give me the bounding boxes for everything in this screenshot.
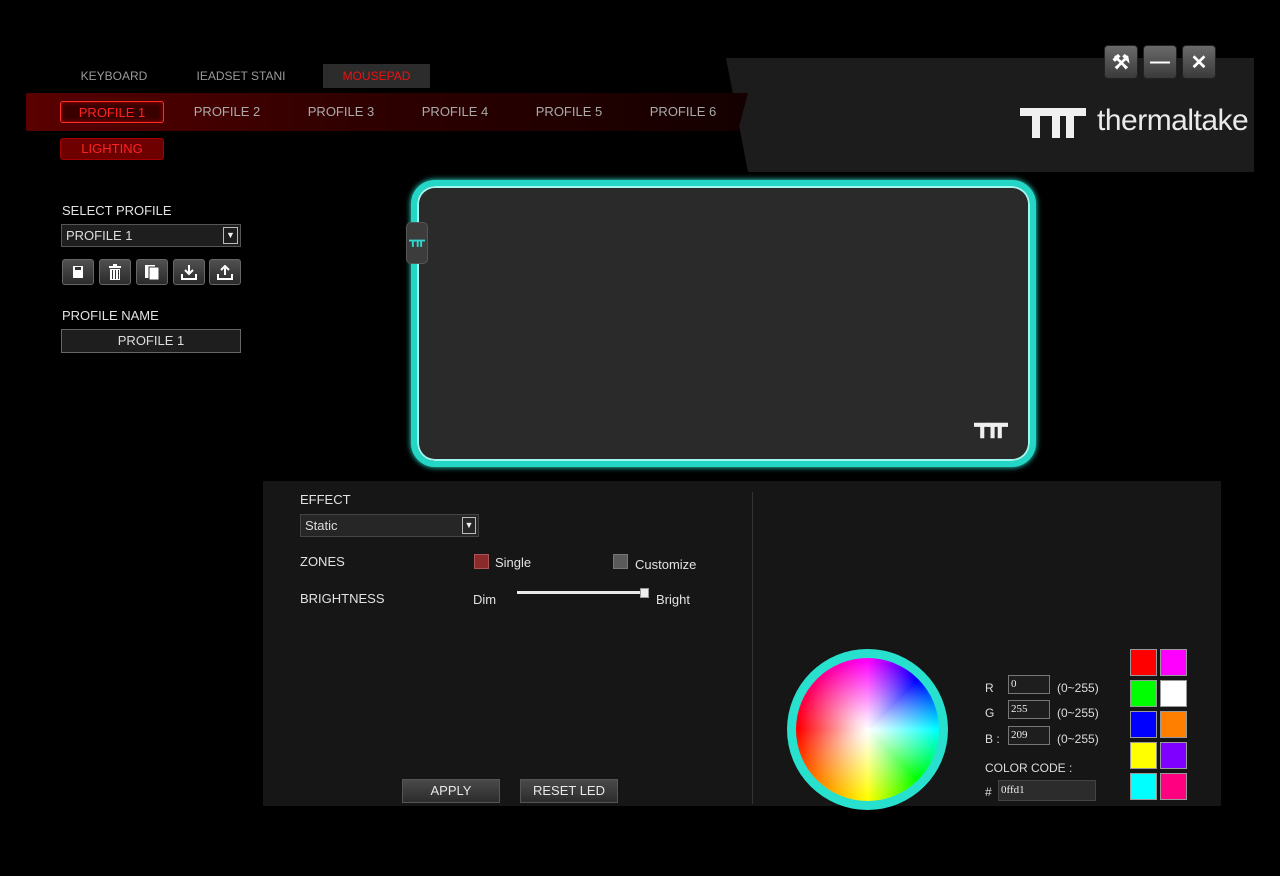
g-range: (0~255) [1057,706,1099,720]
trash-icon [109,264,121,280]
save-icon [73,266,83,278]
color-swatch[interactable] [1160,742,1187,769]
tab-profile-2[interactable]: PROFILE 2 [180,101,274,123]
export-icon [217,264,233,280]
color-swatch[interactable] [1130,742,1157,769]
lighting-button[interactable]: LIGHTING [60,138,164,160]
brightness-slider-thumb[interactable] [640,588,649,598]
minimize-icon: — [1150,50,1170,73]
b-range: (0~255) [1057,732,1099,746]
save-profile-button[interactable] [62,259,94,285]
b-label: B : [985,732,1000,746]
tab-profile-4[interactable]: PROFILE 4 [408,101,502,123]
tab-headset-stand[interactable]: IEADSET STANI [190,64,292,88]
zone-customize-label: Customize [635,557,697,572]
tab-profile-5[interactable]: PROFILE 5 [522,101,616,123]
chevron-down-icon[interactable]: ▼ [223,227,238,244]
brightness-slider[interactable] [517,591,648,594]
r-input[interactable]: 0 [1008,675,1050,694]
mousepad-logo-icon [974,422,1008,439]
copy-profile-button[interactable] [136,259,168,285]
profile-name-label: PROFILE NAME [62,308,159,323]
r-range: (0~255) [1057,681,1099,695]
tools-icon: ⚒ [1112,51,1130,74]
mousepad-surface [419,188,1028,459]
import-icon [181,264,197,280]
color-swatch[interactable] [1160,773,1187,800]
settings-button[interactable]: ⚒ [1104,45,1138,79]
color-code-label: COLOR CODE : [985,761,1073,775]
g-label: G [985,706,995,720]
effect-label: EFFECT [300,492,351,507]
chevron-down-icon[interactable]: ▼ [462,517,476,534]
tab-profile-3[interactable]: PROFILE 3 [294,101,388,123]
profile-select[interactable]: PROFILE 1 ▼ [61,224,241,247]
zone-single-label: Single [495,555,532,570]
copy-icon [145,264,159,280]
zones-label: ZONES [300,554,345,569]
color-swatch[interactable] [1130,680,1157,707]
minimize-button[interactable]: — [1143,45,1177,79]
brightness-dim-label: Dim [473,592,497,607]
close-icon: ✕ [1190,51,1208,74]
color-swatch[interactable] [1130,773,1157,800]
color-swatch[interactable] [1160,649,1187,676]
hash-label: # [985,785,992,799]
delete-profile-button[interactable] [99,259,131,285]
r-label: R [985,681,994,695]
thermaltake-logo-icon [1020,108,1086,138]
zone-single-radio[interactable] [474,554,489,569]
close-button[interactable]: ✕ [1182,45,1216,79]
select-profile-label: SELECT PROFILE [62,203,172,218]
zone-customize-radio[interactable] [613,554,628,569]
effect-select[interactable]: Static ▼ [300,514,479,537]
reset-led-button[interactable]: RESET LED [520,779,618,803]
g-input[interactable]: 255 [1008,700,1050,719]
profile-select-value: PROFILE 1 [66,228,133,243]
brightness-label: BRIGHTNESS [300,591,385,606]
mousepad-preview [411,180,1036,467]
color-swatch[interactable] [1130,649,1157,676]
apply-button[interactable]: APPLY [402,779,500,803]
color-code-input[interactable]: 0ffd1 [998,780,1096,801]
color-wheel[interactable] [796,658,939,801]
export-profile-button[interactable] [209,259,241,285]
color-swatch[interactable] [1130,711,1157,738]
panel-divider [752,492,753,804]
profile-name-input[interactable]: PROFILE 1 [61,329,241,353]
import-profile-button[interactable] [173,259,205,285]
tab-profile-6[interactable]: PROFILE 6 [636,101,730,123]
color-swatch[interactable] [1160,711,1187,738]
tab-keyboard[interactable]: KEYBOARD [70,64,158,88]
brightness-bright-label: Bright [656,592,690,607]
b-input[interactable]: 209 [1008,726,1050,745]
color-swatch[interactable] [1160,680,1187,707]
effect-select-value: Static [305,518,338,533]
tab-profile-1[interactable]: PROFILE 1 [60,101,164,123]
mousepad-connector-icon [406,222,428,264]
brand-name: thermaltake [1097,104,1249,137]
tab-mousepad[interactable]: MOUSEPAD [323,64,430,88]
